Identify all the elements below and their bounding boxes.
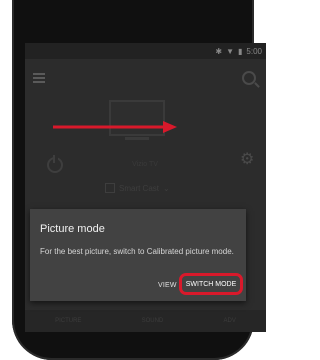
gear-icon[interactable]: ⚙	[240, 152, 254, 168]
battery-icon: ▮	[238, 47, 243, 56]
nav-item-adv[interactable]: ADV	[224, 318, 236, 324]
app-screen: ✱ ▼ ▮ 5:00 Vizio TV ⚙ Smart Cast ⌄ PICTU…	[25, 43, 266, 332]
app-bar	[25, 59, 266, 99]
status-icons: ✱ ▼ ▮ 5:00	[215, 47, 262, 56]
picture-mode-dialog: Picture mode For the best picture, switc…	[30, 209, 246, 301]
dialog-actions: VIEW SWITCH MODE	[30, 273, 246, 298]
power-icon[interactable]	[47, 155, 63, 173]
status-time: 5:00	[246, 47, 262, 56]
device-frame: ✱ ▼ ▮ 5:00 Vizio TV ⚙ Smart Cast ⌄ PICTU…	[0, 0, 266, 360]
status-bar: ✱ ▼ ▮ 5:00	[25, 43, 266, 59]
arrow-annotation-icon	[53, 121, 177, 133]
dialog-body: For the best picture, switch to Calibrat…	[40, 247, 234, 256]
nav-item-picture[interactable]: PICTURE	[55, 318, 81, 324]
chevron-down-icon: ⌄	[163, 183, 170, 193]
bottom-nav: PICTURE SOUND ADV	[25, 310, 266, 332]
wifi-icon: ▼	[226, 47, 235, 56]
nav-item-sound[interactable]: SOUND	[142, 318, 164, 324]
input-icon	[105, 183, 115, 193]
search-icon[interactable]	[242, 71, 256, 85]
menu-icon[interactable]	[33, 73, 45, 83]
input-selector[interactable]: Smart Cast ⌄	[105, 183, 170, 193]
switch-mode-button[interactable]: SWITCH MODE	[179, 273, 243, 295]
dialog-title: Picture mode	[40, 223, 105, 235]
view-button[interactable]: VIEW	[158, 282, 177, 289]
bluetooth-icon: ✱	[215, 47, 223, 56]
device-label[interactable]: Vizio TV	[95, 161, 195, 169]
switch-mode-label: SWITCH MODE	[185, 280, 237, 288]
input-label: Smart Cast	[119, 183, 160, 193]
